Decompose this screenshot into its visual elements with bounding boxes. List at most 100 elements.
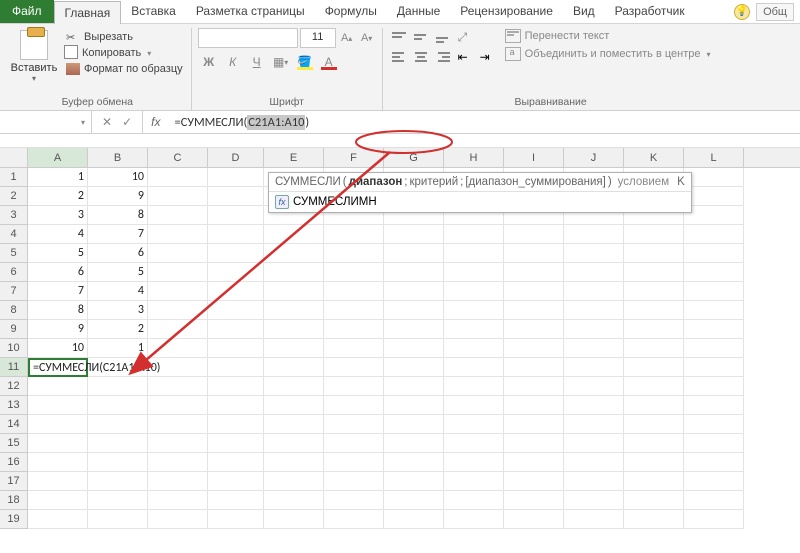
cell-B7[interactable]: 4 <box>88 282 148 301</box>
cell-E12[interactable] <box>264 377 324 396</box>
increase-font-button[interactable]: A▴ <box>338 28 356 48</box>
cell-G10[interactable] <box>384 339 444 358</box>
tab-file[interactable]: Файл <box>0 0 54 23</box>
cell-J8[interactable] <box>564 301 624 320</box>
cell-C17[interactable] <box>148 472 208 491</box>
cell-I8[interactable] <box>504 301 564 320</box>
borders-button[interactable]: ▦▾ <box>270 52 292 72</box>
cell-B2[interactable]: 9 <box>88 187 148 206</box>
cell-I5[interactable] <box>504 244 564 263</box>
cell-L16[interactable] <box>684 453 744 472</box>
cell-C12[interactable] <box>148 377 208 396</box>
cell-B10[interactable]: 1 <box>88 339 148 358</box>
cell-D8[interactable] <box>208 301 264 320</box>
column-header-D[interactable]: D <box>208 148 264 167</box>
format-painter-button[interactable]: Формат по образцу <box>64 62 185 76</box>
cell-J18[interactable] <box>564 491 624 510</box>
insert-function-button[interactable]: fx <box>143 115 168 129</box>
tooltip-arg-current[interactable]: диапазон <box>349 176 403 188</box>
tab-insert[interactable]: Вставка <box>121 0 186 23</box>
align-top-button[interactable] <box>389 28 409 46</box>
cell-L14[interactable] <box>684 415 744 434</box>
row-header-19[interactable]: 19 <box>0 510 28 529</box>
cell-L10[interactable] <box>684 339 744 358</box>
cancel-formula-button[interactable]: ✕ <box>102 115 112 129</box>
cell-G14[interactable] <box>384 415 444 434</box>
cell-F4[interactable] <box>324 225 384 244</box>
cell-D11[interactable] <box>208 358 264 377</box>
cell-A1[interactable]: 1 <box>28 168 88 187</box>
cell-C19[interactable] <box>148 510 208 529</box>
cell-C4[interactable] <box>148 225 208 244</box>
font-size-dropdown[interactable]: 11 <box>300 28 336 48</box>
cell-D12[interactable] <box>208 377 264 396</box>
chevron-down-icon[interactable]: ▾ <box>81 118 85 127</box>
tab-view[interactable]: Вид <box>563 0 605 23</box>
increase-indent-button[interactable]: ⇥ <box>477 48 497 66</box>
row-header-11[interactable]: 11 <box>0 358 28 377</box>
cell-A12[interactable] <box>28 377 88 396</box>
cell-B4[interactable]: 7 <box>88 225 148 244</box>
cell-F12[interactable] <box>324 377 384 396</box>
cell-F18[interactable] <box>324 491 384 510</box>
cell-K9[interactable] <box>624 320 684 339</box>
cut-button[interactable]: ✂Вырезать <box>64 30 185 44</box>
cell-H13[interactable] <box>444 396 504 415</box>
cell-D10[interactable] <box>208 339 264 358</box>
cell-H5[interactable] <box>444 244 504 263</box>
cell-E19[interactable] <box>264 510 324 529</box>
cell-L8[interactable] <box>684 301 744 320</box>
cell-C1[interactable] <box>148 168 208 187</box>
copy-button[interactable]: Копировать▾ <box>64 46 185 60</box>
cell-C3[interactable] <box>148 206 208 225</box>
cell-G17[interactable] <box>384 472 444 491</box>
cell-H17[interactable] <box>444 472 504 491</box>
cell-J9[interactable] <box>564 320 624 339</box>
column-header-K[interactable]: K <box>624 148 684 167</box>
cell-A14[interactable] <box>28 415 88 434</box>
row-header-7[interactable]: 7 <box>0 282 28 301</box>
cell-H15[interactable] <box>444 434 504 453</box>
cell-A10[interactable]: 10 <box>28 339 88 358</box>
cell-B16[interactable] <box>88 453 148 472</box>
chevron-down-icon[interactable]: ▾ <box>32 74 36 83</box>
cell-A18[interactable] <box>28 491 88 510</box>
cell-A5[interactable]: 5 <box>28 244 88 263</box>
cell-B9[interactable]: 2 <box>88 320 148 339</box>
cell-B3[interactable]: 8 <box>88 206 148 225</box>
cell-D3[interactable] <box>208 206 264 225</box>
cell-B17[interactable] <box>88 472 148 491</box>
row-header-18[interactable]: 18 <box>0 491 28 510</box>
cell-F10[interactable] <box>324 339 384 358</box>
cell-D5[interactable] <box>208 244 264 263</box>
row-header-10[interactable]: 10 <box>0 339 28 358</box>
cell-F5[interactable] <box>324 244 384 263</box>
cell-J4[interactable] <box>564 225 624 244</box>
cell-G7[interactable] <box>384 282 444 301</box>
tooltip-arg3[interactable]: [диапазон_суммирования] <box>465 176 605 188</box>
cell-F15[interactable] <box>324 434 384 453</box>
cell-E17[interactable] <box>264 472 324 491</box>
cell-G8[interactable] <box>384 301 444 320</box>
row-header-4[interactable]: 4 <box>0 225 28 244</box>
cell-J12[interactable] <box>564 377 624 396</box>
tab-developer[interactable]: Разработчик <box>605 0 695 23</box>
cell-K11[interactable] <box>624 358 684 377</box>
cell-C15[interactable] <box>148 434 208 453</box>
cell-L13[interactable] <box>684 396 744 415</box>
cell-J15[interactable] <box>564 434 624 453</box>
align-middle-button[interactable] <box>411 28 431 46</box>
cell-H9[interactable] <box>444 320 504 339</box>
cell-H11[interactable] <box>444 358 504 377</box>
cell-F7[interactable] <box>324 282 384 301</box>
cell-C2[interactable] <box>148 187 208 206</box>
italic-button[interactable]: К <box>222 52 244 72</box>
cell-B18[interactable] <box>88 491 148 510</box>
cell-A8[interactable]: 8 <box>28 301 88 320</box>
cell-E10[interactable] <box>264 339 324 358</box>
cell-I11[interactable] <box>504 358 564 377</box>
cell-I18[interactable] <box>504 491 564 510</box>
cell-C18[interactable] <box>148 491 208 510</box>
cell-B13[interactable] <box>88 396 148 415</box>
tab-page-layout[interactable]: Разметка страницы <box>186 0 315 23</box>
